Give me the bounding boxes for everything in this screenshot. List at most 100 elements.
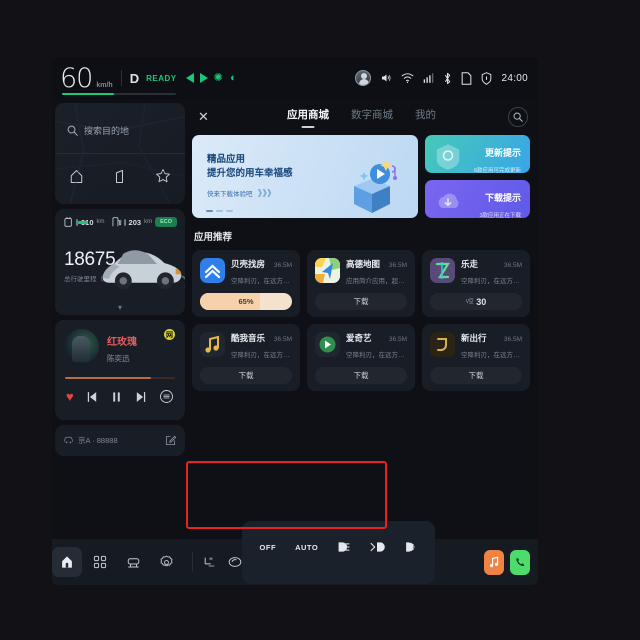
volume-icon[interactable] <box>380 72 392 84</box>
hazard-icon: ✺ <box>213 71 223 84</box>
app-name: 爱奇艺 <box>346 333 372 343</box>
beike-app-icon <box>200 258 225 283</box>
battery-plug-icon <box>64 217 72 227</box>
shield-icon[interactable] <box>481 71 492 85</box>
chevron-right-icon: ❱❱❱ <box>256 188 273 198</box>
dock-home-button[interactable] <box>52 547 82 577</box>
app-name: 高德地图 <box>346 259 381 269</box>
banner-cta-text: 快来下载体验吧 <box>207 190 253 198</box>
fog-light-option[interactable] <box>403 541 417 553</box>
nav-search-placeholder: 搜索目的地 <box>84 126 130 136</box>
app-card[interactable]: 爱奇艺 36.5M 空降利刃，在远方热播 下载 <box>307 324 415 391</box>
turn-right-icon <box>199 73 208 83</box>
left-panel: 搜索目的地 km 203 km ECO 18675 总行驶里程（km） ▾ 红玫… <box>52 99 188 539</box>
app-price-button[interactable]: V豆 30 <box>430 293 522 310</box>
dock-apps-button[interactable] <box>85 547 115 577</box>
store-search-button[interactable] <box>508 107 528 127</box>
search-icon <box>67 125 78 136</box>
avatar[interactable] <box>355 70 372 86</box>
fuel-gauge <box>123 218 126 226</box>
app-name: 新出行 <box>461 333 487 343</box>
app-progress-label: 65% <box>238 297 254 306</box>
app-progress-button[interactable]: 65% <box>200 293 292 310</box>
download-notice-card[interactable]: 下载提示 3款应用正在下载 <box>425 180 530 218</box>
music-controls: ♥ <box>64 379 176 404</box>
app-download-button[interactable]: 下载 <box>315 293 407 310</box>
dock-settings-button[interactable] <box>151 547 181 577</box>
heart-icon[interactable]: ♥ <box>66 390 74 403</box>
dock-seat-button[interactable] <box>118 547 148 577</box>
phone-shortcut-button[interactable] <box>510 549 530 575</box>
vehicle-card[interactable]: 310 km 203 km ECO 18675 总行驶里程（km） <box>55 209 185 315</box>
tab-mine[interactable]: 我的 <box>415 107 436 127</box>
nav-search-bar[interactable]: 搜索目的地 <box>55 103 185 137</box>
app-card[interactable]: 高德地图 36.5M 应用简介应用，超长... 下载 <box>307 250 415 317</box>
app-name-row: 乐走 36.5M <box>461 258 522 270</box>
amap-glyph-icon <box>315 258 340 283</box>
fuel-range-unit: km <box>144 219 153 225</box>
pause-icon[interactable] <box>110 390 123 404</box>
app-card[interactable]: 贝壳找房 36.5M 空降利刃，在远方热播 65% <box>192 250 300 317</box>
app-grid: 贝壳找房 36.5M 空降利刃，在远方热播 65% 高德地图 36.5M 应用简… <box>192 250 530 391</box>
play-mode-icon[interactable] <box>159 389 174 404</box>
tab-app-store[interactable]: 应用商城 <box>287 107 329 127</box>
edit-icon[interactable] <box>165 435 177 446</box>
signal-icon[interactable] <box>423 72 434 84</box>
app-download-button[interactable]: 下载 <box>315 367 407 384</box>
low-beam-option[interactable] <box>337 541 351 553</box>
app-card[interactable]: 酷我音乐 36.5M 空降利刃，在远方热播 下载 <box>192 324 300 391</box>
app-top: 新出行 36.5M 空降利刃，在远方热播 <box>430 332 522 359</box>
app-size: 36.5M <box>388 336 407 343</box>
main-body: 搜索目的地 km 203 km ECO 18675 总行驶里程（km） ▾ 红玫… <box>52 99 538 539</box>
music-shortcut-button[interactable] <box>484 549 504 575</box>
expand-chevron-icon[interactable]: ▾ <box>118 303 122 312</box>
close-icon[interactable]: ✕ <box>192 109 215 125</box>
app-top: 高德地图 36.5M 应用简介应用，超长... <box>315 258 407 285</box>
infotainment-screen: 60 km/h D READY ✺ ◖ 24:00 搜索目的地 km 203 k… <box>52 57 538 585</box>
beike-glyph-icon <box>204 264 221 279</box>
light-off-option[interactable]: OFF <box>260 543 277 552</box>
app-download-label: 下载 <box>353 371 369 380</box>
music-card[interactable]: 红玫瑰 陈奕迅 网 ♥ <box>55 320 185 420</box>
wifi-icon[interactable] <box>401 72 414 84</box>
recirculate-icon[interactable] <box>227 555 243 569</box>
app-price-label: 30 <box>476 296 487 307</box>
range-row: 310 km 203 km ECO <box>64 217 177 227</box>
light-auto-option[interactable]: AUTO <box>295 543 318 552</box>
update-notice-card[interactable]: 更新提示 6款应用可完成更新 <box>425 135 530 173</box>
high-beam-option[interactable] <box>370 541 386 553</box>
bluetooth-icon[interactable] <box>443 72 452 85</box>
app-info: 贝壳找房 36.5M 空降利刃，在远方热播 <box>231 258 292 285</box>
seat-heat-left-icon[interactable] <box>201 555 215 570</box>
app-download-label: 下载 <box>353 297 369 306</box>
app-card[interactable]: 新出行 36.5M 空降利刃，在远方热播 下载 <box>422 324 530 391</box>
light-control-popup: OFF AUTO <box>242 521 435 584</box>
app-card[interactable]: 乐走 36.5M 空降利刃，在远方热播 V豆 30 <box>422 250 530 317</box>
previous-icon[interactable] <box>85 390 99 404</box>
app-download-button[interactable]: 下载 <box>430 367 522 384</box>
license-plate-card[interactable]: 京A · 88888 <box>55 425 185 456</box>
promo-banner[interactable]: 精品应用 提升您的用车幸福感 快来下载体验吧 ❱❱❱ <box>192 135 418 218</box>
clock: 24:00 <box>501 72 528 84</box>
next-icon[interactable] <box>134 390 148 404</box>
app-top: 贝壳找房 36.5M 空降利刃，在远方热播 <box>200 258 292 285</box>
app-name-row: 高德地图 36.5M <box>346 258 407 270</box>
apps-grid-icon <box>93 555 107 569</box>
battery-range-unit: km <box>96 219 105 225</box>
app-name-row: 新出行 36.5M <box>461 332 522 344</box>
tab-digital-store[interactable]: 数字商城 <box>351 107 393 127</box>
xinchuxing-app-icon <box>430 332 455 357</box>
phone-icon <box>515 557 524 566</box>
sim-card-icon[interactable] <box>461 71 472 85</box>
music-note-icon <box>205 335 219 353</box>
app-description: 空降利刃，在远方热播 <box>461 352 522 359</box>
lezou-app-icon <box>430 258 455 283</box>
cloud-download-icon <box>438 193 459 208</box>
app-download-button[interactable]: 下载 <box>200 367 292 384</box>
amap-app-icon <box>315 258 340 283</box>
turn-left-icon <box>185 73 194 83</box>
banner-dots[interactable] <box>206 210 233 212</box>
gear-icon <box>160 555 172 566</box>
navigation-card[interactable]: 搜索目的地 <box>55 103 185 204</box>
status-icons: 24:00 <box>355 70 528 86</box>
